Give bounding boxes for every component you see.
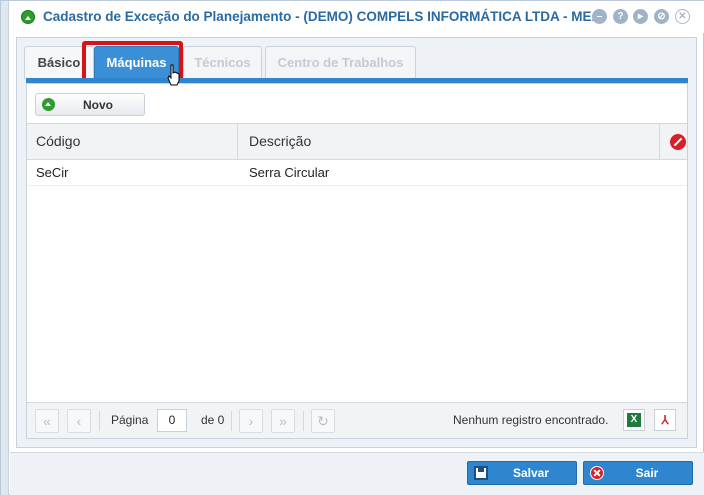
pager: « ‹ Página 0 de 0 › » ↻ Nenhum registro … (27, 402, 687, 438)
play-icon[interactable]: ▸ (633, 9, 648, 24)
add-icon (42, 98, 55, 111)
first-page-icon[interactable]: « (35, 409, 59, 433)
column-header-codigo[interactable]: Código (36, 124, 80, 159)
help-icon[interactable]: ? (613, 9, 628, 24)
table-row[interactable]: SeCir Serra Circular (27, 160, 687, 186)
refresh-icon[interactable]: ↻ (311, 409, 335, 433)
export-pdf-button[interactable]: ⅄ (654, 409, 676, 431)
exit-button-label: Sair (635, 466, 659, 480)
grid-toolbar: Novo (27, 84, 687, 122)
dialog-window: Cadastro de Exceção do Planejamento - (D… (0, 0, 704, 495)
cell-codigo: SeCir (36, 165, 69, 180)
save-button[interactable]: Salvar (467, 461, 577, 485)
last-page-icon[interactable]: » (271, 409, 295, 433)
column-header-descricao[interactable]: Descrição (249, 124, 311, 159)
page-input[interactable]: 0 (157, 409, 187, 432)
new-button-label: Novo (83, 98, 113, 112)
add-icon (21, 10, 35, 24)
page-count-label: de 0 (201, 413, 225, 427)
title-bar: Cadastro de Exceção do Planejamento - (D… (9, 1, 704, 33)
dialog-footer: Salvar Sair (10, 452, 704, 495)
tab-centro-de-trabalhos[interactable]: Centro de Trabalhos (265, 46, 416, 79)
close-icon[interactable]: ✕ (675, 9, 690, 24)
cell-descricao: Serra Circular (249, 165, 330, 180)
page-label: Página (111, 413, 149, 427)
pager-divider (99, 411, 100, 431)
previous-page-icon[interactable]: ‹ (67, 409, 91, 433)
hand-cursor-icon (167, 64, 180, 86)
settings-icon[interactable]: ⊘ (654, 9, 669, 24)
pager-divider (231, 411, 232, 431)
tab-tecnicos[interactable]: Técnicos (183, 46, 262, 79)
pager-status: Nenhum registro encontrado. (453, 413, 609, 427)
column-divider[interactable] (659, 124, 660, 159)
new-button[interactable]: Novo (35, 93, 145, 116)
minimize-icon[interactable]: – (592, 9, 607, 24)
export-excel-button[interactable]: X (623, 409, 645, 431)
window-title: Cadastro de Exceção do Planejamento - (D… (43, 9, 603, 24)
excel-icon: X (627, 413, 641, 427)
pdf-icon: ⅄ (658, 413, 672, 427)
next-page-icon[interactable]: › (239, 409, 263, 433)
clear-filter-icon[interactable] (670, 134, 686, 150)
tab-basico[interactable]: Básico (24, 46, 94, 79)
pager-divider (303, 411, 304, 431)
grid-header: Código Descrição (27, 123, 687, 160)
machines-content: Novo Código Descrição SeCir Serra Circul… (26, 83, 688, 439)
column-divider[interactable] (237, 124, 238, 159)
save-button-label: Salvar (512, 466, 550, 480)
exit-button[interactable]: Sair (583, 461, 693, 485)
background-strip (1, 1, 9, 495)
